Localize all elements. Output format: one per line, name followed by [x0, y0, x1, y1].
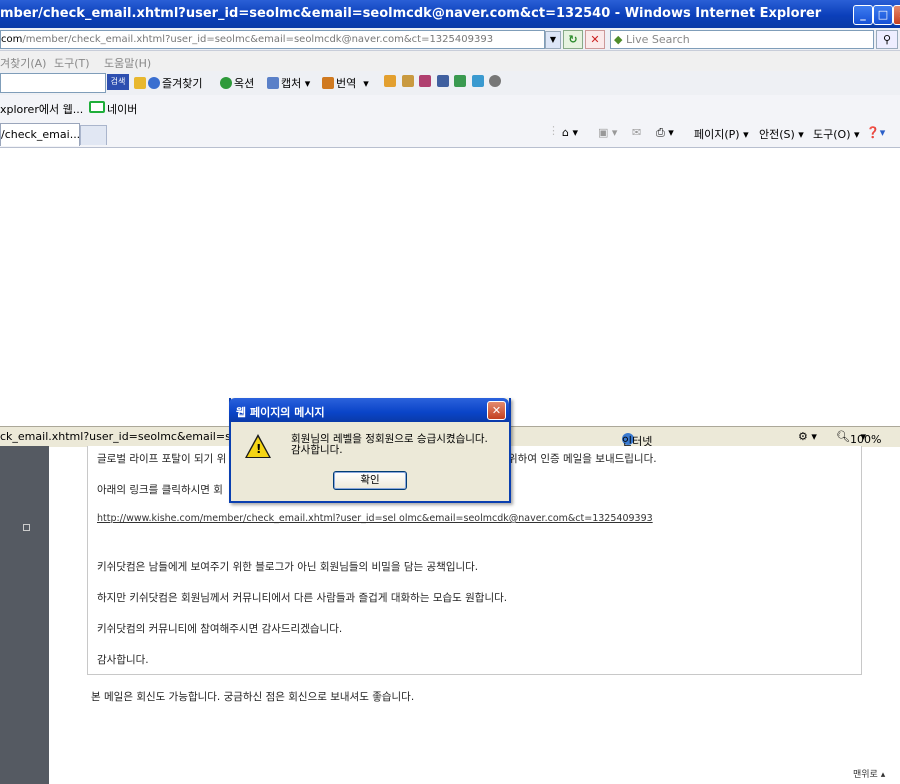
email-line-1: 글로벌 라이프 포탈이 되기 위	[97, 453, 227, 465]
zoom-control[interactable]: 🔍︎ 100% ▾	[836, 430, 881, 446]
email-line-4: 하지만 키쉬닷컴은 회원님께서 커뮤니티에서 다른 사람들과 즐겁게 대화하는 …	[97, 592, 508, 604]
excel-icon	[454, 75, 466, 87]
separator: ⋮	[548, 124, 559, 137]
tools-menu-label: 도구(O)	[813, 128, 851, 141]
toolbar-options[interactable]: 옥션	[220, 75, 254, 91]
favorites-bar: xplorer에서 웹... 네이버	[0, 95, 900, 119]
email-footer-note: 본 메일은 회신도 가능합니다. 궁금하신 점은 회신으로 보내셔도 좋습니다.	[91, 691, 415, 703]
dialog-message-line-2: 감사합니다.	[291, 444, 343, 456]
address-bar: com/member/check_email.xhtml?user_id=seo…	[0, 28, 900, 51]
feeds-icon[interactable]: ▣ ▾	[598, 126, 617, 139]
menu-tools[interactable]: 도구(T)	[54, 55, 90, 71]
search-icon[interactable]: ⚲	[876, 30, 898, 49]
key-icon	[134, 77, 146, 89]
toolbar-favorites[interactable]: 즐겨찾기	[134, 75, 202, 91]
page-menu[interactable]: 페이지(P) ▾	[694, 126, 749, 142]
search-input[interactable]: ◆ Live Search	[610, 30, 874, 49]
book-icon	[419, 75, 431, 87]
page-menu-label: 페이지(P)	[694, 128, 740, 141]
back-to-top-link[interactable]: 맨위로 ▴	[853, 767, 885, 780]
stop-icon[interactable]: ✕	[585, 30, 605, 49]
tools-menu[interactable]: 도구(O) ▾	[813, 126, 860, 142]
dialog-titlebar: 웹 페이지의 메시지 ✕	[229, 398, 509, 422]
menu-bar: 겨찾기(A) 도구(T) 도움말(H)	[0, 51, 900, 71]
sidebar-marker	[23, 524, 30, 531]
new-tab-button[interactable]	[80, 125, 107, 145]
email-line-1-right: 위하여 인증 메일을 보내드립니다.	[508, 453, 657, 465]
tab-check-email[interactable]: /check_emai...	[0, 123, 80, 146]
dialog-close-button[interactable]: ✕	[487, 401, 506, 420]
ok-button[interactable]: 확인	[333, 471, 407, 490]
window-title: mber/check_email.xhtml?user_id=seolmc&em…	[0, 6, 822, 21]
options-icon	[220, 77, 232, 89]
settings-icon	[489, 75, 501, 87]
email-line-6: 감사합니다.	[97, 654, 149, 666]
zoom-level: 100%	[849, 433, 882, 446]
email-line-2: 아래의 링크를 클릭하시면 회	[97, 484, 223, 496]
toolbar-search-input[interactable]	[0, 73, 106, 93]
toolbar-translate-label: 번역	[336, 77, 357, 90]
url-host: com	[1, 34, 23, 45]
toolbar-icons[interactable]	[384, 75, 503, 88]
toolbar-capture-label: 캡처	[281, 77, 302, 90]
email-line-3: 키쉬닷컴은 남들에게 보여주기 위한 블로그가 아닌 회원님들의 비밀을 담는 …	[97, 561, 479, 573]
email-line-5: 키쉬닷컴의 커뮤니티에 참여해주시면 감사드리겠습니다.	[97, 623, 343, 635]
minimize-button[interactable]: _	[853, 5, 873, 25]
search-placeholder: Live Search	[625, 33, 690, 46]
dialog-title: 웹 페이지의 메시지	[236, 406, 325, 419]
protected-mode-icon[interactable]: ⚙ ▾	[798, 430, 817, 443]
home-icon[interactable]: ⌂ ▾	[562, 126, 578, 139]
toolbar-options-label: 옥션	[234, 77, 255, 90]
warning-icon-mark: !	[256, 442, 262, 456]
tab-bar: /check_emai... ⋮ ⌂ ▾ ▣ ▾ ✉ ⎙ ▾ 페이지(P) ▾ …	[0, 119, 900, 148]
refresh-icon[interactable]: ↻	[563, 30, 583, 49]
toolbar-search-button[interactable]: 검색	[107, 74, 129, 90]
favorite-naver-label: 네이버	[107, 103, 138, 116]
translate-icon	[322, 77, 334, 89]
safety-menu-label: 안전(S)	[759, 128, 795, 141]
capture-icon	[267, 77, 279, 89]
window-titlebar: mber/check_email.xhtml?user_id=seolmc&em…	[0, 0, 900, 28]
addon-toolbar: 검색 즐겨찾기 옥션 캡처 ▾ 번역 ▾	[0, 71, 900, 95]
address-dropdown-icon[interactable]: ▼	[545, 31, 561, 49]
save-icon	[436, 75, 449, 87]
verification-link[interactable]: http://www.kishe.com/member/check_email.…	[97, 513, 653, 524]
alert-dialog: 웹 페이지의 메시지 ✕ ! 회원님의 레벨을 정회원으로 승급시켰습니다. 감…	[229, 398, 511, 503]
safety-menu[interactable]: 안전(S) ▾	[759, 126, 804, 142]
url-path: /member/check_email.xhtml?user_id=seolmc…	[22, 34, 494, 45]
toolbar-capture[interactable]: 캡처 ▾	[267, 75, 310, 91]
address-input[interactable]: com/member/check_email.xhtml?user_id=seo…	[0, 30, 545, 49]
star-icon	[148, 77, 160, 89]
toolbar-favorites-label: 즐겨찾기	[162, 77, 203, 90]
print-icon[interactable]: ⎙ ▾	[656, 126, 674, 140]
dialog-message: 회원님의 레벨을 정회원으로 승급시켰습니다. 감사합니다.	[291, 434, 488, 456]
twitter-icon	[471, 75, 484, 87]
maximize-button[interactable]: □	[873, 5, 893, 25]
close-window-button[interactable]: ✕	[893, 5, 900, 25]
left-sidebar	[0, 446, 49, 784]
mail-icon[interactable]: ✉	[632, 126, 641, 139]
menu-help[interactable]: 도움말(H)	[104, 55, 151, 71]
favorite-item-naver[interactable]: 네이버	[89, 101, 137, 117]
naver-icon	[89, 101, 105, 113]
status-url: ck_email.xhtml?user_id=seolmc&email=seol…	[0, 430, 265, 443]
rss-icon	[384, 75, 396, 87]
help-icon[interactable]: ❓▾	[866, 126, 885, 139]
toolbar-translate[interactable]: 번역 ▾	[322, 75, 369, 91]
menu-favorites[interactable]: 겨찾기(A)	[0, 55, 46, 71]
brush-icon	[401, 75, 414, 87]
live-search-icon: ◆	[614, 33, 623, 46]
favorite-item-ie[interactable]: xplorer에서 웹...	[0, 101, 83, 117]
